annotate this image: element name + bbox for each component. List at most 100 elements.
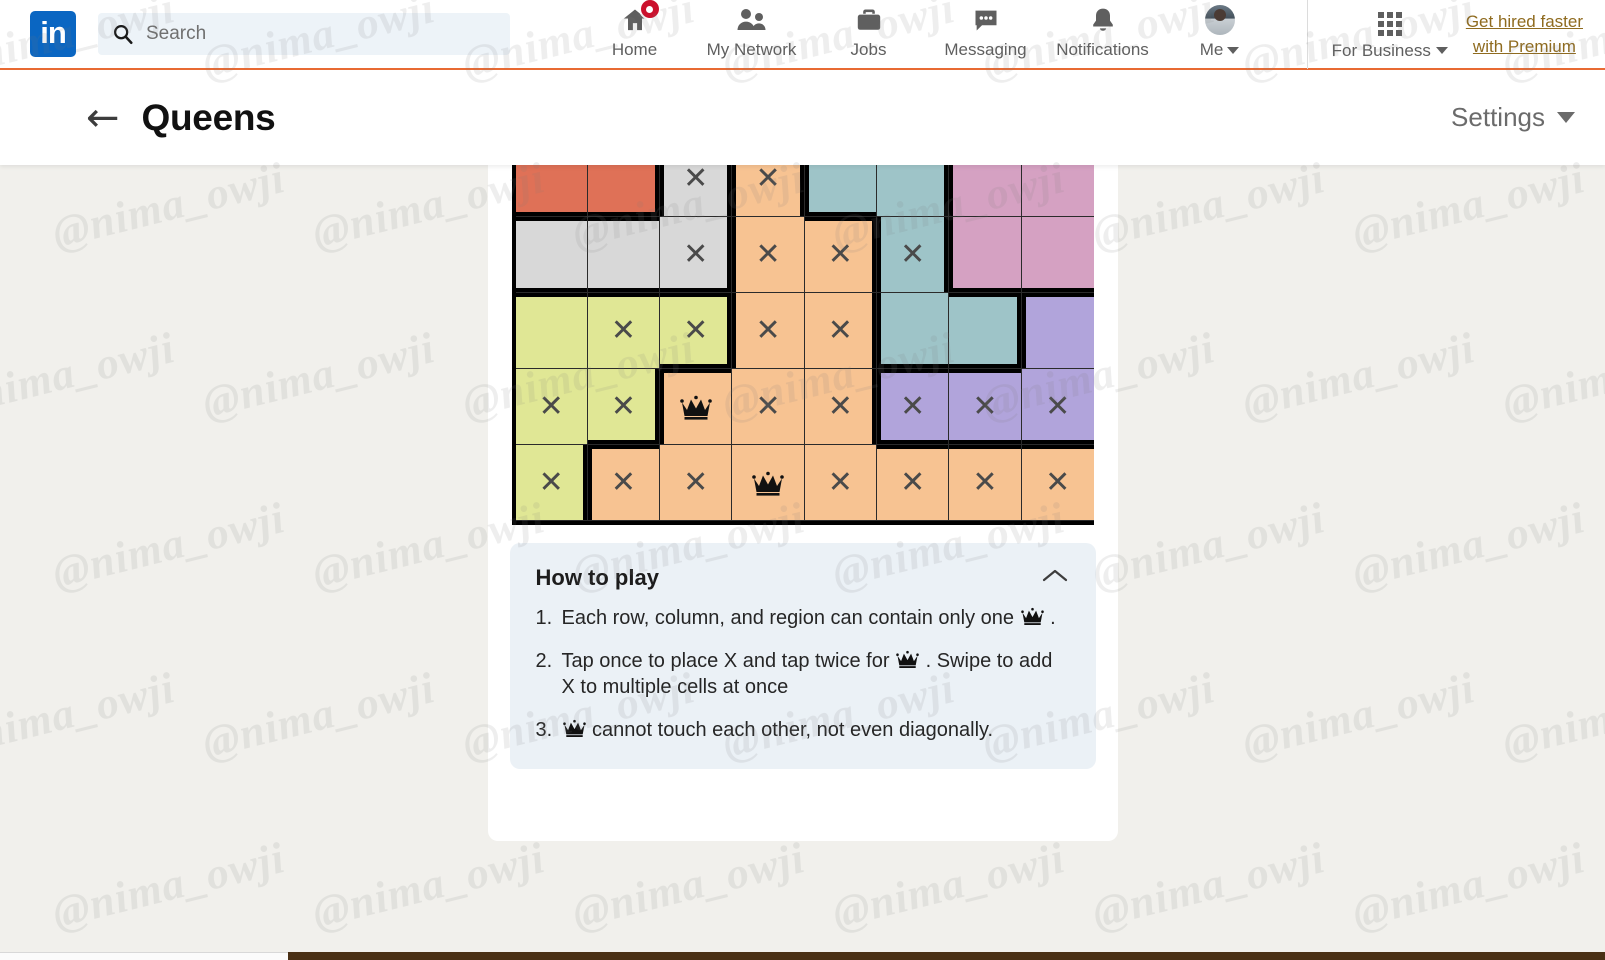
board-cell[interactable] bbox=[515, 293, 588, 369]
for-business-label-row: For Business bbox=[1332, 41, 1448, 61]
board-cell[interactable]: ✕ bbox=[876, 217, 950, 293]
for-business-button[interactable]: For Business bbox=[1332, 8, 1448, 61]
x-mark-icon: ✕ bbox=[755, 388, 781, 424]
board-cell[interactable] bbox=[876, 293, 950, 369]
settings-button[interactable]: Settings bbox=[1451, 102, 1575, 133]
queen-crown-icon bbox=[752, 471, 784, 496]
board-wrapper: ✕ ✕ ✕ ✕ ✕ ✕ ✕ ✕ ✕ ✕ ✕ ✕ ✕ ✕ ✕ ✕ ✕ ✕ ✕ ✕ ✕ ✕ ✕ ✕ bbox=[510, 141, 1096, 525]
premium-line-1: Get hired faster bbox=[1465, 12, 1583, 31]
x-mark-icon: ✕ bbox=[755, 236, 781, 272]
board-cell[interactable] bbox=[587, 217, 661, 293]
x-mark-icon: ✕ bbox=[610, 464, 637, 500]
x-mark-icon: ✕ bbox=[538, 464, 564, 500]
board-cell[interactable] bbox=[1021, 293, 1094, 369]
board-cell[interactable] bbox=[660, 369, 733, 445]
chevron-down-icon bbox=[1435, 47, 1448, 54]
avatar bbox=[1204, 5, 1235, 35]
bottom-accent-bar bbox=[0, 952, 1605, 960]
home-notification-badge bbox=[638, 0, 661, 20]
nav-item-messaging[interactable]: Messaging bbox=[927, 4, 1044, 60]
board-cell[interactable] bbox=[515, 217, 588, 293]
board-cell[interactable]: ✕ bbox=[804, 445, 877, 521]
board-cell[interactable]: ✕ bbox=[949, 445, 1022, 521]
x-mark-icon: ✕ bbox=[683, 464, 709, 500]
queens-board[interactable]: ✕ ✕ ✕ ✕ ✕ ✕ ✕ ✕ ✕ ✕ ✕ ✕ ✕ ✕ ✕ ✕ ✕ ✕ ✕ ✕ ✕ ✕ ✕ ✕ bbox=[511, 141, 1094, 525]
board-cell[interactable]: ✕ bbox=[876, 445, 950, 521]
rule-number: 3. bbox=[535, 718, 553, 741]
x-mark-icon: ✕ bbox=[827, 312, 853, 348]
nav-item-label: Messaging bbox=[944, 40, 1027, 59]
back-arrow-icon[interactable]: ← bbox=[86, 98, 120, 138]
board-cell[interactable]: ✕ bbox=[515, 369, 588, 445]
board-cell[interactable]: ✕ bbox=[732, 217, 805, 293]
board-cell[interactable]: ✕ bbox=[1021, 445, 1094, 521]
how-to-play-rule: 2. Tap once to place X and tap twice for … bbox=[536, 648, 1070, 701]
board-cell[interactable]: ✕ bbox=[732, 369, 805, 445]
nav-item-me[interactable]: Me bbox=[1161, 4, 1278, 60]
nav-item-label: My Network bbox=[706, 40, 797, 59]
x-mark-icon: ✕ bbox=[683, 236, 709, 272]
board-cell[interactable]: ✕ bbox=[1021, 369, 1094, 445]
how-to-play-panel: How to play 1. Each row, column, and regi… bbox=[509, 543, 1096, 770]
home-icon bbox=[620, 0, 661, 36]
x-mark-icon: ✕ bbox=[827, 236, 853, 272]
nav-item-me-label-row: Me bbox=[1200, 40, 1240, 60]
x-mark-icon: ✕ bbox=[538, 388, 564, 424]
board-cell[interactable]: ✕ bbox=[949, 369, 1022, 445]
x-mark-icon: ✕ bbox=[827, 464, 853, 500]
briefcase-icon bbox=[854, 4, 884, 36]
board-cell[interactable]: ✕ bbox=[660, 445, 733, 521]
chevron-down-icon bbox=[1227, 46, 1240, 54]
nav-item-notifications[interactable]: Notifications bbox=[1044, 4, 1161, 60]
nav-primary-items: Home My Network Jobs Messaging Notificat… bbox=[576, 0, 1278, 69]
board-cell[interactable]: ✕ bbox=[587, 369, 661, 445]
nav-left-group: in Search bbox=[0, 11, 510, 57]
nav-item-jobs[interactable]: Jobs bbox=[810, 4, 927, 60]
board-cell[interactable]: ✕ bbox=[804, 217, 877, 293]
settings-label: Settings bbox=[1451, 102, 1545, 132]
board-cell[interactable]: ✕ bbox=[804, 369, 877, 445]
queen-crown-icon bbox=[562, 719, 586, 737]
board-cell[interactable] bbox=[949, 293, 1022, 369]
global-navigation-bar: in Search Home My Network Jobs Messaging… bbox=[0, 0, 1605, 70]
chat-bubble-icon bbox=[971, 4, 1001, 36]
how-to-play-rule: 3. cannot touch each other, not even dia… bbox=[536, 717, 1070, 744]
bottom-accent-left bbox=[0, 952, 288, 960]
board-cell[interactable] bbox=[732, 445, 805, 521]
nav-item-label: Notifications bbox=[1056, 40, 1149, 59]
queen-crown-icon bbox=[896, 650, 919, 668]
board-cell[interactable]: ✕ bbox=[660, 217, 733, 293]
board-cell[interactable]: ✕ bbox=[587, 445, 661, 521]
x-mark-icon: ✕ bbox=[972, 388, 998, 424]
people-icon bbox=[736, 4, 768, 36]
board-cell[interactable]: ✕ bbox=[732, 293, 805, 369]
how-to-play-rule: 1. Each row, column, and region can conta… bbox=[536, 605, 1070, 632]
premium-upsell-link[interactable]: Get hired faster with Premium bbox=[1466, 9, 1583, 59]
search-input[interactable]: Search bbox=[98, 13, 510, 55]
x-mark-icon: ✕ bbox=[900, 464, 926, 500]
x-mark-icon: ✕ bbox=[755, 160, 781, 196]
nav-item-my-network[interactable]: My Network bbox=[693, 4, 810, 60]
search-icon bbox=[114, 25, 133, 44]
x-mark-icon: ✕ bbox=[683, 160, 709, 196]
x-mark-icon: ✕ bbox=[610, 312, 637, 348]
rule-text: Tap once to place X and tap twice for . … bbox=[561, 649, 1053, 699]
board-cell[interactable] bbox=[1021, 217, 1094, 293]
board-cell[interactable] bbox=[949, 217, 1022, 293]
board-cell[interactable]: ✕ bbox=[660, 293, 733, 369]
page-body: ✕ ✕ ✕ ✕ ✕ ✕ ✕ ✕ ✕ ✕ ✕ ✕ ✕ ✕ ✕ ✕ ✕ ✕ ✕ ✕ ✕ ✕ ✕ ✕ How to play 1. E… bbox=[0, 141, 1605, 960]
linkedin-logo[interactable]: in bbox=[30, 11, 76, 57]
board-cell[interactable]: ✕ bbox=[587, 293, 661, 369]
board-cell[interactable]: ✕ bbox=[876, 369, 950, 445]
bell-icon bbox=[1088, 4, 1118, 36]
x-mark-icon: ✕ bbox=[972, 464, 998, 500]
apps-grid-icon bbox=[1377, 11, 1402, 36]
board-cell[interactable]: ✕ bbox=[804, 293, 877, 369]
chevron-up-icon[interactable] bbox=[1040, 567, 1070, 590]
x-mark-icon: ✕ bbox=[900, 388, 926, 424]
nav-item-home[interactable]: Home bbox=[576, 0, 693, 60]
rule-text: cannot touch each other, not even diagon… bbox=[562, 717, 1070, 744]
rule-number: 1. bbox=[535, 607, 553, 629]
board-cell[interactable]: ✕ bbox=[515, 445, 588, 521]
premium-line-2: with Premium bbox=[1472, 37, 1576, 56]
